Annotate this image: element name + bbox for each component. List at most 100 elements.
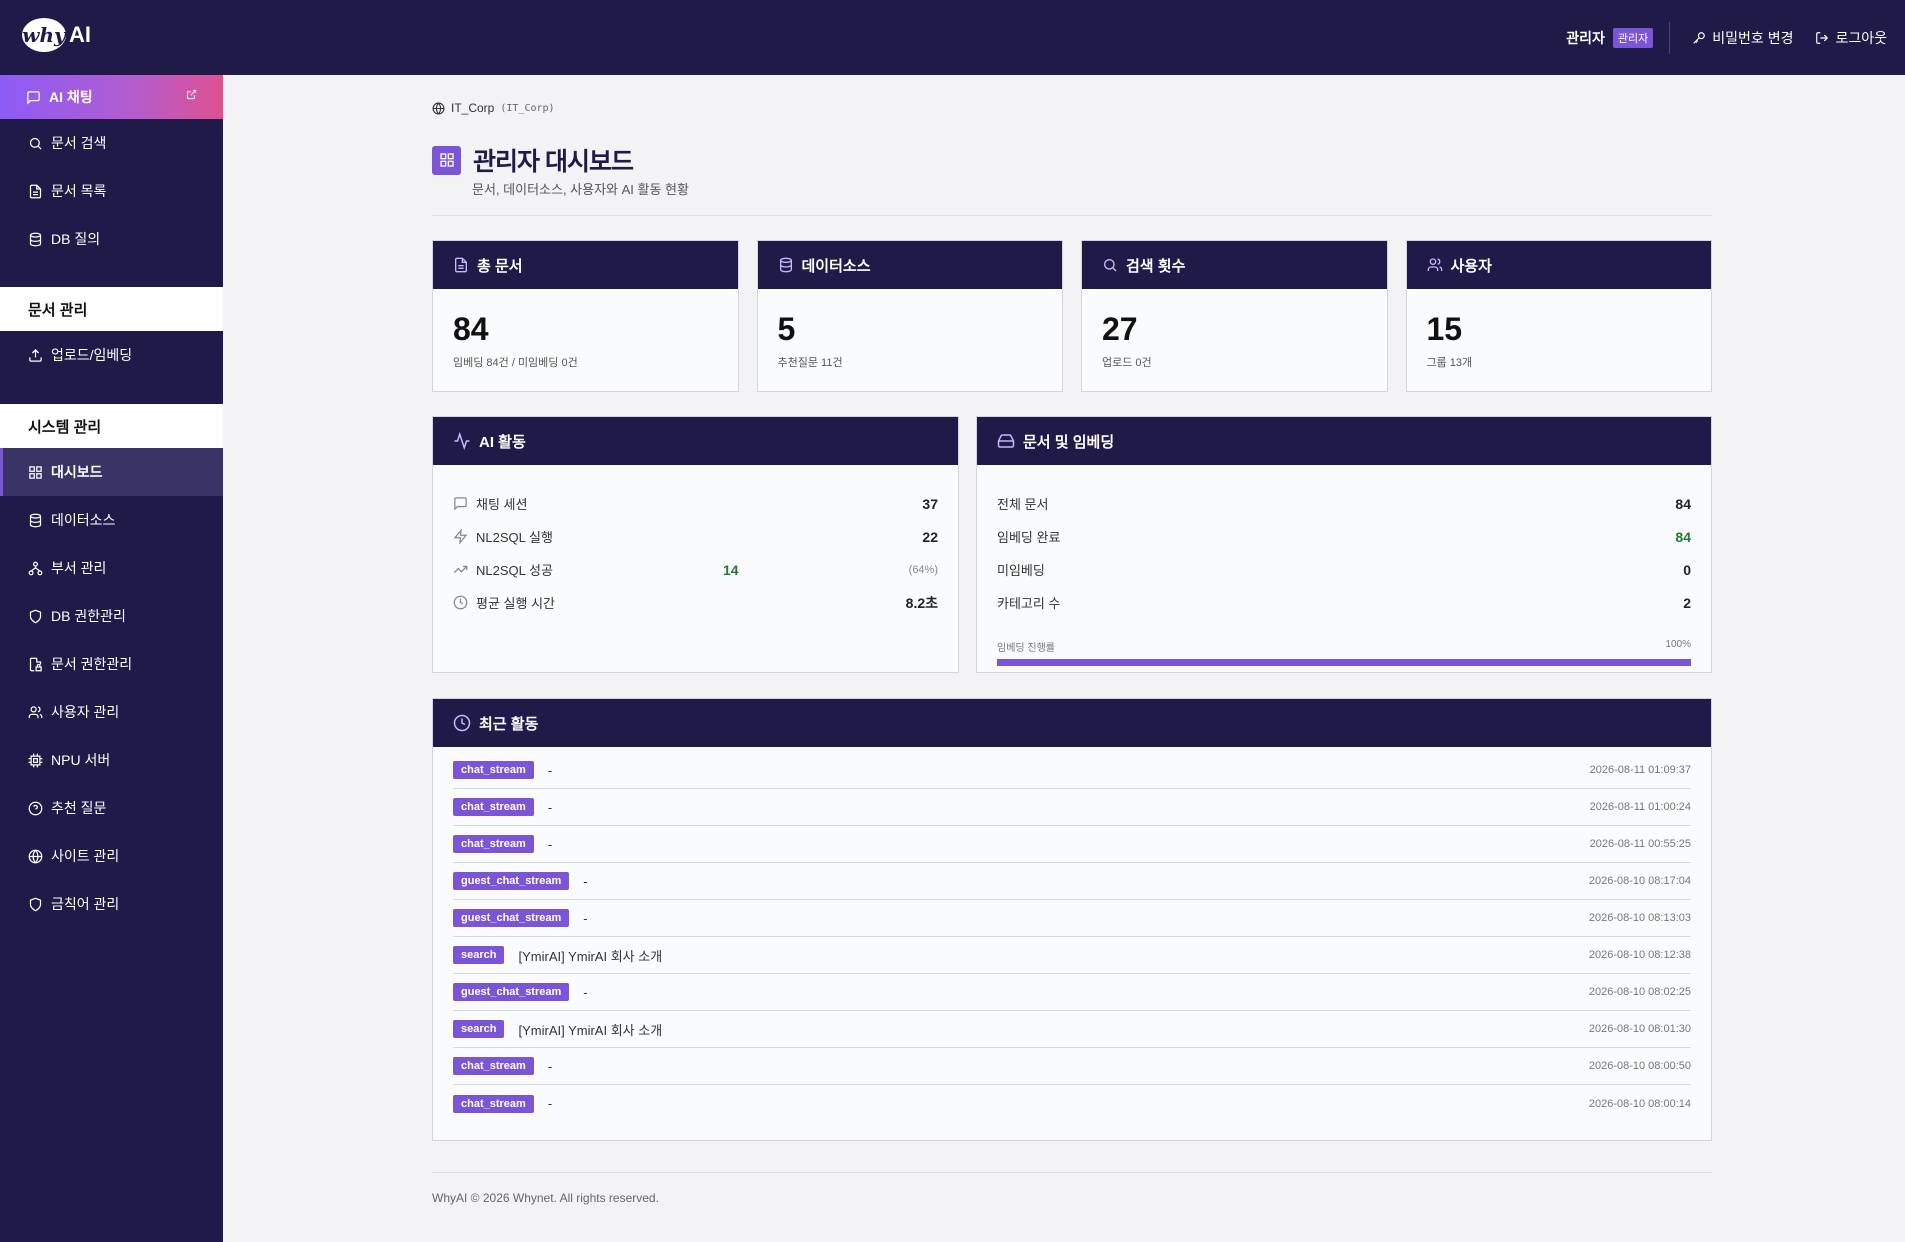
metric-nl2sql-runs: NL2SQL 실행 22 [453,520,938,553]
users-icon [28,705,43,718]
activity-timestamp: 2026-08-10 08:00:14 [1588,1097,1691,1110]
card-title: 총 문서 [477,257,523,275]
metric-value: 2 [1683,594,1691,611]
ai-activity-panel: AI 활동 채팅 세션 37 NL2SQL 실행 22 NL2SQL 성공 14 [432,416,959,673]
sidebar-item-doc-perm[interactable]: 문서 권한관리 [0,640,223,688]
activity-type-badge: guest_chat_stream [453,872,570,890]
sidebar-item-recommend[interactable]: 추천 질문 [0,784,223,832]
sidebar-item-db-perm[interactable]: DB 권한관리 [0,592,223,640]
site-code: (IT_Corp) [500,102,555,114]
file-lock-icon [29,657,42,671]
sidebar-item-label: NPU 서버 [51,752,111,768]
card-title: 데이터소스 [801,257,871,275]
logout-button[interactable]: 로그아웃 [1815,28,1887,48]
panel-row: AI 활동 채팅 세션 37 NL2SQL 실행 22 NL2SQL 성공 14 [432,416,1712,673]
metric-chat-sessions: 채팅 세션 37 [453,487,938,520]
stat-card-users: 사용자 15 그룹 13개 [1405,240,1712,392]
card-title: AI 활동 [479,433,526,451]
header-divider [1669,21,1671,54]
search-icon [29,137,42,150]
activity-row: guest_chat_stream - 2026-08-10 08:17:04 [453,863,1691,900]
logout-label: 로그아웃 [1835,29,1887,46]
card-title: 사용자 [1450,257,1492,275]
sidebar-item-label: 사용자 관리 [51,704,120,720]
sidebar-item-site[interactable]: 사이트 관리 [0,832,223,880]
sidebar-item-label: 데이터소스 [51,512,116,528]
sidebar-item-label: 부서 관리 [51,560,107,576]
logo-mark: why [22,18,66,52]
activity-row: chat_stream - 2026-08-11 01:00:24 [453,789,1691,826]
activity-text: - [547,836,553,852]
sidebar-item-label: 대시보드 [51,464,103,480]
change-password-button[interactable]: 비밀번호 변경 [1692,28,1793,48]
activity-text: - [547,799,553,815]
activity-type-badge: guest_chat_stream [453,983,570,1001]
stat-value: 15 [1426,311,1463,347]
cpu-icon [28,753,43,767]
sidebar-item-banned-words[interactable]: 금칙어 관리 [0,880,223,928]
logo-text: AI [69,22,91,47]
sidebar-item-dashboard[interactable]: 대시보드 [0,448,223,496]
users-icon [1427,258,1442,271]
sidebar: AI 채팅 문서 검색 문서 목록 DB 질의 문서 관리 업로드/임베딩 시스… [0,75,223,1242]
sidebar-item-dept[interactable]: 부서 관리 [0,544,223,592]
activity-text: - [547,1096,553,1111]
stat-sub: 임베딩 84건 / 미임베딩 0건 [453,357,578,369]
sidebar-item-db-query[interactable]: DB 질의 [0,215,223,263]
breadcrumb: IT_Corp (IT_Corp) [432,101,555,115]
card-title: 최근 활동 [479,715,539,733]
metric-value: 84 [1675,528,1691,545]
sidebar-item-doc-search[interactable]: 문서 검색 [0,119,223,167]
activity-type-badge: chat_stream [453,835,534,853]
sidebar-item-datasource[interactable]: 데이터소스 [0,496,223,544]
change-password-label: 비밀번호 변경 [1712,29,1794,46]
activity-timestamp: 2026-08-10 08:00:50 [1588,1060,1691,1072]
role-badge: 관리자 [1612,27,1654,48]
progress-labels: 임베딩 진행률 100% [997,639,1691,654]
activity-type-badge: chat_stream [453,761,534,779]
shield-icon [29,897,42,911]
sidebar-item-label: DB 질의 [51,231,101,247]
metric-label: 미임베딩 [997,563,1045,578]
trending-up-icon [453,565,468,574]
stat-cards: 총 문서 84 임베딩 84건 / 미임베딩 0건 데이터소스 5 추천질문 1… [432,240,1712,392]
sidebar-item-ai-chat[interactable]: AI 채팅 [0,75,223,119]
metric-value: 0 [1683,561,1691,578]
activity-row: guest_chat_stream - 2026-08-10 08:02:25 [453,974,1691,1011]
metric-value: 14 [723,561,739,578]
activity-timestamp: 2026-08-11 01:09:37 [1589,764,1691,776]
sidebar-section-system-management: 시스템 관리 [0,404,223,448]
logout-icon [1816,31,1829,44]
header-actions: 관리자 관리자 비밀번호 변경 로그아웃 [1566,0,1887,75]
upload-icon [29,348,42,362]
stat-sub: 그룹 13개 [1426,357,1473,369]
metric-label: 전체 문서 [997,497,1049,512]
sidebar-section-doc-management: 문서 관리 [0,287,223,331]
progress-percent: 100% [1665,639,1691,650]
sidebar-item-users[interactable]: 사용자 관리 [0,688,223,736]
sidebar-item-label: 추천 질문 [51,800,107,816]
card-header: AI 활동 [433,417,958,465]
activity-type-badge: chat_stream [453,1057,534,1075]
search-icon [1104,259,1117,272]
card-title: 검색 횟수 [1126,257,1186,275]
stat-card-datasource: 데이터소스 5 추천질문 11건 [756,240,1063,392]
sidebar-item-upload[interactable]: 업로드/임베딩 [0,331,223,379]
embedding-progress: 임베딩 진행률 100% [977,639,1711,666]
sidebar-item-label: AI 채팅 [49,89,93,105]
activity-type-badge: chat_stream [453,1094,534,1113]
card-header: 검색 횟수 [1082,241,1387,289]
globe-icon [28,849,43,863]
admin-name: 관리자 [1566,29,1605,46]
stat-card-docs: 총 문서 84 임베딩 84건 / 미임베딩 0건 [432,240,739,392]
metric-nl2sql-success: NL2SQL 성공 14 (64%) [453,553,938,586]
metric-not-embedded: 미임베딩 0 [997,553,1691,586]
sidebar-item-doc-list[interactable]: 문서 목록 [0,167,223,215]
sidebar-item-npu[interactable]: NPU 서버 [0,736,223,784]
activity-text: [YmirAI] YmirAI 회사 소개 [518,1022,663,1038]
app-logo[interactable]: why AI [22,18,91,52]
stat-sub: 추천질문 11건 [777,357,843,369]
help-circle-icon [28,801,43,815]
card-header: 데이터소스 [757,241,1062,289]
